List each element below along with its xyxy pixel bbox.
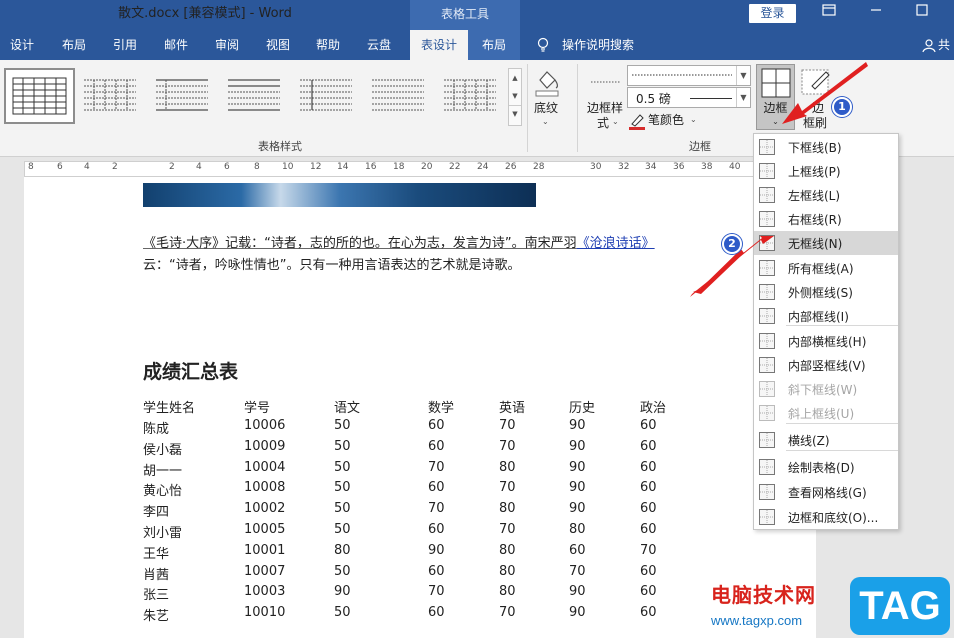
step-badge-2: 2: [722, 234, 742, 254]
annotation-arrows: [690, 62, 868, 297]
step-badge-1: 1: [832, 97, 852, 117]
watermark-text: 电脑技术网: [711, 583, 816, 607]
arrow-1: [782, 62, 868, 124]
watermark-url: www.tagxp.com: [711, 613, 803, 628]
watermark-logo: TAG: [850, 577, 950, 635]
